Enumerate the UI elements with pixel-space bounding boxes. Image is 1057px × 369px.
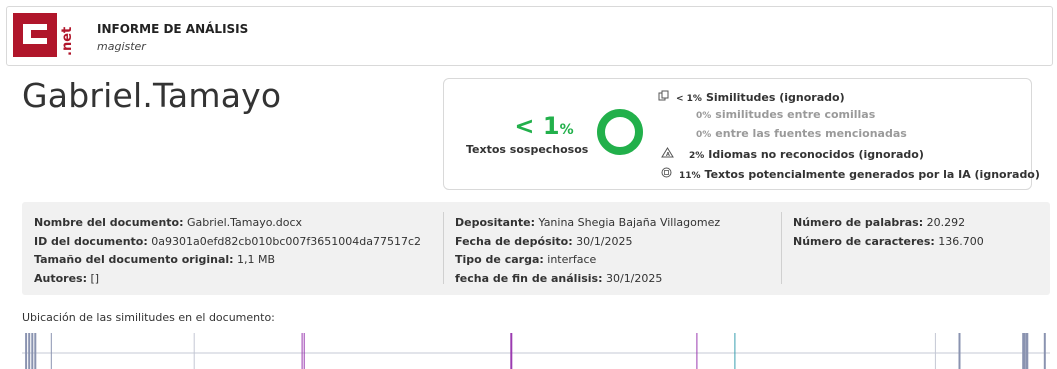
- similarity-marker[interactable]: [25, 333, 28, 369]
- details-col-submission: Depositante: Yanina Shegia Bajaña Villag…: [455, 214, 720, 288]
- metric-ai-text: 11% Textos potencialmente generados por l…: [661, 167, 1040, 181]
- detail-document-name: Nombre del documento: Gabriel.Tamayo.doc…: [34, 216, 303, 229]
- similarity-marker[interactable]: [28, 333, 31, 369]
- detail-deposit-date: Fecha de depósito: 30/1/2025: [455, 234, 633, 248]
- similarity-marker[interactable]: [510, 333, 513, 369]
- metric-similarities: < 1% Similitudes (ignorado): [658, 90, 845, 104]
- similarity-marker[interactable]: [303, 333, 305, 369]
- similarity-marker[interactable]: [34, 333, 37, 369]
- similarity-marker[interactable]: [734, 333, 736, 369]
- details-col-document: Nombre del documento: Gabriel.Tamayo.doc…: [34, 214, 421, 288]
- details-divider-1: [443, 212, 444, 284]
- detail-authors: Autores: []: [34, 271, 100, 285]
- similarity-marker[interactable]: [301, 333, 303, 369]
- similarity-marker[interactable]: [934, 333, 936, 369]
- similarity-marker[interactable]: [50, 333, 52, 369]
- metric-languages: A 2% Idiomas no reconocidos (ignorado): [661, 147, 924, 161]
- similarity-marker[interactable]: [1043, 333, 1046, 369]
- ai-chip-icon: [661, 167, 675, 181]
- details-divider-2: [781, 212, 782, 284]
- similarity-marker[interactable]: [31, 333, 34, 369]
- detail-word-count: Número de palabras: 20.292: [793, 216, 966, 229]
- similarity-location-label: Ubicación de las similitudes en el docum…: [22, 311, 275, 324]
- similarity-summary-card: < 1% Textos sospechosos < 1% Similitudes …: [443, 78, 1040, 190]
- report-title: INFORME DE ANÁLISIS: [97, 22, 249, 36]
- report-subtitle: magister: [97, 40, 146, 53]
- detail-char-count: Número de caracteres: 136.700: [793, 234, 984, 248]
- metric-sources: 0% entre las fuentes mencionadas: [696, 127, 907, 140]
- details-col-stats: Número de palabras: 20.292 Número de car…: [793, 214, 984, 251]
- suspicious-label: Textos sospechosos: [466, 143, 589, 156]
- document-author-name: Gabriel.Tamayo: [22, 76, 282, 115]
- detail-depositor: Depositante: Yanina Shegia Bajaña Villag…: [455, 216, 721, 229]
- similarity-marker[interactable]: [958, 333, 961, 369]
- similarity-marker[interactable]: [1025, 333, 1029, 369]
- detail-analysis-end-date: fecha de fin de análisis: 30/1/2025: [455, 271, 663, 285]
- svg-text:A: A: [666, 152, 670, 158]
- detail-upload-type: Tipo de carga: interface: [455, 253, 597, 266]
- translate-warning-icon: A: [661, 147, 675, 161]
- copy-icon: [658, 90, 672, 104]
- similarity-marker[interactable]: [193, 333, 195, 369]
- svg-text:.net: .net: [60, 27, 75, 56]
- document-details-panel: Nombre del documento: Gabriel.Tamayo.doc…: [22, 202, 1050, 295]
- detail-document-id: ID del documento: 0a9301a0efd82cb010bc00…: [34, 234, 422, 248]
- similarity-marker[interactable]: [696, 333, 698, 369]
- similarity-location-track: [22, 333, 1050, 369]
- similarity-marker[interactable]: [1022, 333, 1026, 369]
- metric-quotes: 0% similitudes entre comillas: [696, 108, 876, 121]
- report-header: .net INFORME DE ANÁLISIS magister: [6, 6, 1053, 66]
- similarity-donut-chart: [597, 109, 643, 155]
- suspicious-percent: < 1%: [514, 112, 574, 140]
- detail-document-size: Tamaño del documento original: 1,1 MB: [34, 253, 276, 266]
- compilatio-logo: .net: [13, 12, 83, 60]
